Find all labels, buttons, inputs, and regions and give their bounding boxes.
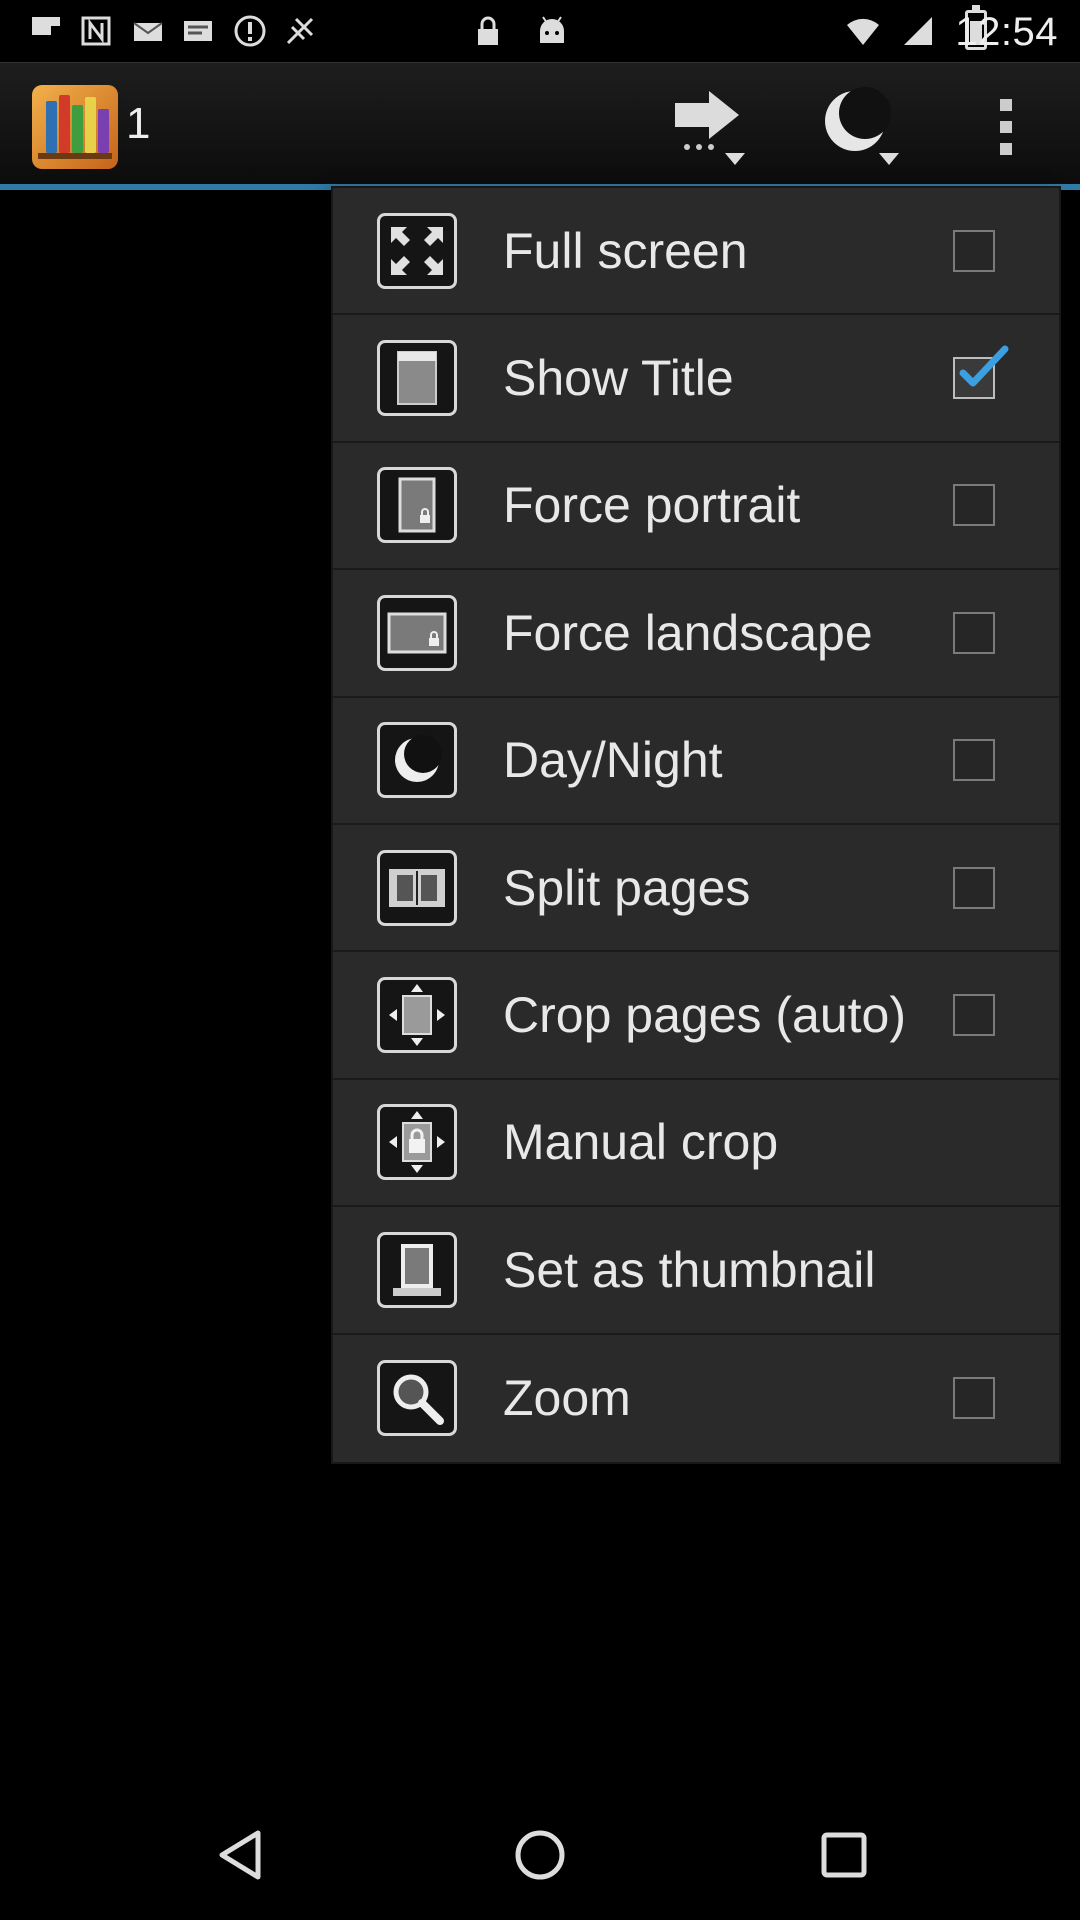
navigation-bar	[0, 1790, 1080, 1920]
back-icon	[219, 1830, 261, 1880]
fullscreen-icon	[377, 212, 457, 289]
show-title-checkbox[interactable]	[953, 345, 1009, 400]
next-page-button[interactable]	[660, 85, 760, 169]
manual-crop-icon	[377, 1104, 457, 1181]
moon-icon	[377, 722, 457, 799]
alert-icon	[234, 15, 266, 47]
show-title-icon	[377, 340, 457, 417]
menu-item-label: Force landscape	[503, 604, 873, 661]
menu-item-label: Crop pages (auto)	[503, 987, 907, 1044]
menu-item-label: Zoom	[503, 1370, 631, 1427]
landscape-lock-icon	[377, 594, 457, 671]
zoom-checkbox[interactable]	[953, 1377, 995, 1420]
recents-button[interactable]	[804, 1815, 884, 1895]
menu-item-manual-crop[interactable]: Manual crop	[333, 1080, 1059, 1208]
signal-icon	[904, 17, 932, 45]
android-icon	[540, 16, 564, 43]
flipboard-icon	[32, 17, 60, 35]
action-bar: 1	[0, 62, 1080, 190]
recents-icon	[821, 1832, 867, 1878]
auto-crop-icon	[377, 977, 457, 1054]
crop-pages-auto-checkbox[interactable]	[953, 994, 995, 1037]
thumbnail-icon	[377, 1231, 457, 1308]
lock-icon	[478, 16, 498, 45]
home-icon	[515, 1830, 565, 1880]
mail-icon	[133, 22, 163, 41]
menu-item-split-pages[interactable]: Split pages	[333, 825, 1059, 953]
menu-item-label: Full screen	[503, 222, 748, 279]
nfc-icon	[81, 16, 111, 46]
menu-item-label: Show Title	[503, 350, 734, 407]
menu-item-label: Set as thumbnail	[503, 1241, 876, 1298]
portrait-lock-icon	[377, 467, 457, 544]
overflow-menu-icon	[1000, 99, 1012, 155]
back-button[interactable]	[200, 1815, 280, 1895]
menu-item-force-landscape[interactable]: Force landscape	[333, 570, 1059, 698]
status-clock: 12:54	[955, 10, 1058, 54]
menu-item-full-screen[interactable]: Full screen	[333, 188, 1059, 316]
zoom-icon	[377, 1360, 457, 1437]
split-pages-icon	[377, 849, 457, 926]
location-icon	[286, 17, 314, 45]
card-icon	[184, 21, 212, 41]
overflow-menu: Full screen Show Title Force portrait Fo…	[333, 188, 1059, 1462]
menu-item-label: Split pages	[503, 859, 751, 916]
overflow-menu-button[interactable]	[956, 85, 1056, 169]
menu-item-force-portrait[interactable]: Force portrait	[333, 443, 1059, 571]
day-night-checkbox[interactable]	[953, 739, 995, 782]
menu-item-label: Force portrait	[503, 477, 801, 534]
checkmark-icon	[959, 345, 1009, 387]
menu-item-zoom[interactable]: Zoom	[333, 1335, 1059, 1462]
wifi-icon	[847, 18, 879, 45]
full-screen-checkbox[interactable]	[953, 229, 995, 272]
menu-item-label: Manual crop	[503, 1114, 779, 1171]
next-page-icon	[675, 91, 745, 165]
bookshelf-icon[interactable]	[32, 85, 118, 169]
page-title: 1	[126, 99, 151, 148]
menu-item-label: Day/Night	[503, 732, 723, 789]
menu-item-day-night[interactable]: Day/Night	[333, 698, 1059, 825]
force-portrait-checkbox[interactable]	[953, 484, 995, 527]
home-button[interactable]	[500, 1815, 580, 1895]
force-landscape-checkbox[interactable]	[953, 611, 995, 654]
day-night-button[interactable]	[812, 85, 912, 169]
split-pages-checkbox[interactable]	[953, 866, 995, 909]
menu-item-set-as-thumbnail[interactable]: Set as thumbnail	[333, 1207, 1059, 1335]
status-bar: 12:54	[0, 0, 1080, 62]
menu-item-crop-pages-auto[interactable]: Crop pages (auto)	[333, 952, 1059, 1080]
day-night-icon	[825, 87, 899, 165]
menu-item-show-title[interactable]: Show Title	[333, 315, 1059, 443]
